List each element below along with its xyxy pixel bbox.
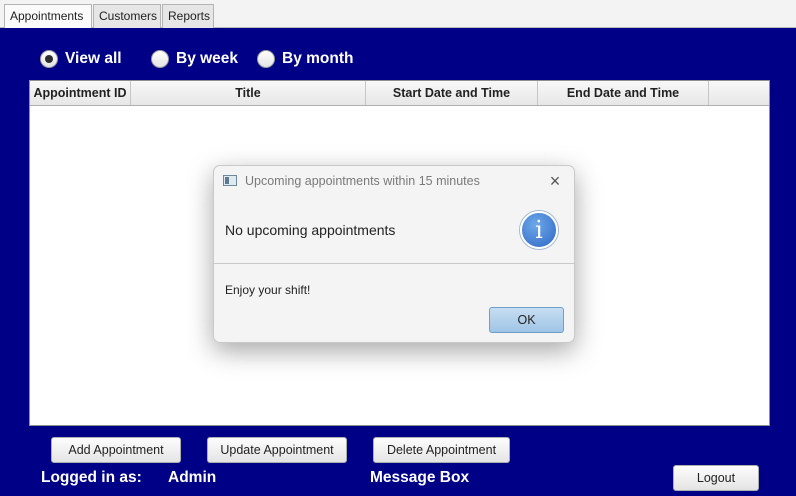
radio-unchecked-icon	[257, 50, 275, 68]
column-header-appointment-id[interactable]: Appointment ID	[30, 81, 131, 105]
dialog-header-text: No upcoming appointments	[225, 222, 396, 238]
radio-unchecked-icon	[151, 50, 169, 68]
dialog-content-text: Enjoy your shift!	[225, 283, 311, 297]
tab-appointments[interactable]: Appointments	[4, 4, 92, 29]
table-header: Appointment ID Title Start Date and Time…	[30, 81, 769, 106]
dialog-title-bar[interactable]: Upcoming appointments within 15 minutes …	[214, 166, 574, 196]
delete-appointment-button[interactable]: Delete Appointment	[373, 437, 510, 463]
radio-view-all[interactable]: View all	[40, 48, 122, 70]
dialog-title: Upcoming appointments within 15 minutes	[245, 174, 480, 188]
radio-view-all-label: View all	[65, 50, 122, 67]
dialog-divider	[214, 263, 574, 264]
logout-button[interactable]: Logout	[673, 465, 759, 491]
column-header-title[interactable]: Title	[131, 81, 366, 105]
close-icon[interactable]: ×	[544, 170, 566, 192]
ok-button[interactable]: OK	[489, 307, 564, 333]
radio-checked-icon	[40, 50, 58, 68]
add-appointment-button[interactable]: Add Appointment	[51, 437, 181, 463]
tab-bar: Appointments Customers Reports	[0, 0, 796, 29]
tab-customers[interactable]: Customers	[93, 4, 161, 28]
tab-reports[interactable]: Reports	[162, 4, 214, 28]
radio-by-week-label: By week	[176, 50, 239, 67]
radio-by-week[interactable]: By week	[151, 48, 238, 70]
radio-by-month[interactable]: By month	[257, 48, 353, 70]
info-icon: i	[520, 211, 558, 249]
app-window-icon	[223, 175, 237, 186]
logged-in-user: Admin	[168, 469, 217, 486]
radio-by-month-label: By month	[282, 50, 354, 67]
message-box: Message Box	[370, 469, 470, 486]
upcoming-appointments-dialog: Upcoming appointments within 15 minutes …	[213, 165, 575, 343]
column-header-end[interactable]: End Date and Time	[538, 81, 709, 105]
column-header-start[interactable]: Start Date and Time	[366, 81, 538, 105]
update-appointment-button[interactable]: Update Appointment	[207, 437, 347, 463]
logged-in-label: Logged in as:	[41, 469, 142, 486]
